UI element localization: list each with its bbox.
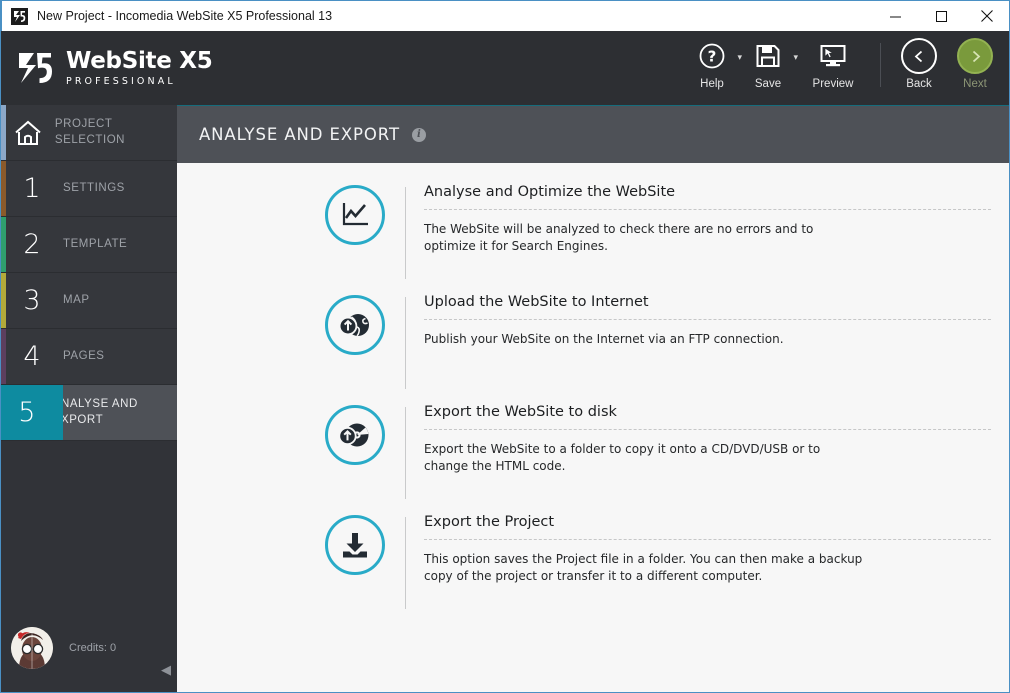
brand-edition: PROFESSIONAL — [66, 75, 176, 87]
sidebar-filler — [1, 441, 177, 631]
option-title: Analyse and Optimize the WebSite — [424, 184, 676, 200]
next-button[interactable]: Next — [947, 38, 1003, 90]
help-button[interactable]: ? Help ▾ — [684, 39, 742, 90]
sidebar-item-number: 2 — [23, 229, 41, 260]
sidebar-stripe — [1, 329, 6, 384]
sidebar: PROJECT SELECTION 1 SETTINGS 2 TEMPLATE … — [1, 105, 177, 692]
option-description: Publish your WebSite on the Internet via… — [424, 332, 784, 346]
brand-name: WebSite X5 — [66, 47, 213, 74]
option-divider — [405, 517, 406, 609]
back-label: Back — [906, 78, 932, 90]
chevron-right-icon — [957, 38, 993, 74]
sidebar-item-number: 5 — [18, 397, 36, 428]
brand-text: WebSite X5 PROFESSIONAL — [66, 47, 213, 87]
sidebar-item-project-selection[interactable]: PROJECT SELECTION — [1, 105, 177, 161]
option-rule — [424, 209, 991, 210]
option-divider — [405, 297, 406, 389]
home-icon — [1, 119, 55, 147]
sidebar-item-label: MAP — [63, 293, 90, 306]
option-description: This option saves the Project file in a … — [424, 552, 863, 584]
sidebar-item-map[interactable]: 3 MAP — [1, 273, 177, 329]
page-title: ANALYSE AND EXPORT — [199, 125, 400, 144]
x5-logo-icon — [11, 7, 28, 25]
download-tray-icon — [325, 515, 385, 575]
top-bar: WebSite X5 PROFESSIONAL ? Help ▾ Save ▾ … — [1, 31, 1009, 105]
globe-upload-icon — [325, 295, 385, 355]
sidebar-stripe — [1, 105, 6, 160]
option-text: Export the WebSite to disk Export the We… — [424, 401, 991, 476]
option-divider — [405, 187, 406, 279]
sidebar-item-label: PAGES — [63, 349, 105, 362]
toolbar: ? Help ▾ Save ▾ Preview Back Next — [684, 31, 1009, 105]
info-icon[interactable]: i — [411, 127, 426, 142]
x5-brand-icon — [15, 49, 55, 87]
preview-button[interactable]: Preview — [796, 39, 870, 90]
option-rule — [424, 539, 991, 540]
sidebar-item-analyse-and-export[interactable]: 5 ANALYSE AND EXPORT — [1, 385, 177, 441]
credits-bar: Credits: 0 ◀ — [1, 604, 177, 692]
credits-label: Credits: 0 — [69, 642, 117, 654]
sidebar-stripe — [1, 273, 6, 328]
question-mark-icon: ? — [698, 39, 726, 73]
option-analyse-and-optimize[interactable]: Analyse and Optimize the WebSite The Web… — [177, 181, 1009, 291]
main-header: ANALYSE AND EXPORT i — [177, 105, 1009, 163]
back-button[interactable]: Back — [891, 38, 947, 90]
preview-label: Preview — [812, 78, 854, 90]
option-title: Export the WebSite to disk — [424, 404, 617, 420]
chevron-left-icon — [901, 38, 937, 74]
maximize-button[interactable] — [918, 1, 964, 32]
sidebar-item-label: PROJECT SELECTION — [54, 118, 126, 146]
user-avatar-icon[interactable] — [11, 627, 53, 669]
monitor-cursor-icon — [818, 39, 848, 73]
minimize-button[interactable] — [872, 1, 918, 32]
save-label: Save — [754, 78, 782, 90]
option-description: Export the WebSite to a folder to copy i… — [424, 442, 821, 474]
window-title: New Project - Incomedia WebSite X5 Profe… — [37, 9, 333, 23]
sidebar-item-pages[interactable]: 4 PAGES — [1, 329, 177, 385]
sidebar-stripe — [1, 217, 6, 272]
main-content: Analyse and Optimize the WebSite The Web… — [177, 163, 1009, 692]
toolbar-divider — [880, 43, 881, 87]
option-title: Export the Project — [424, 514, 555, 530]
sidebar-item-label: ANALYSE AND EXPORT — [52, 398, 138, 426]
brand: WebSite X5 PROFESSIONAL — [15, 47, 213, 87]
option-upload-to-internet[interactable]: Upload the WebSite to Internet Publish y… — [177, 291, 1009, 401]
sidebar-item-template[interactable]: 2 TEMPLATE — [1, 217, 177, 273]
option-rule — [424, 319, 991, 320]
option-description: The WebSite will be analyzed to check th… — [424, 222, 814, 254]
disc-export-icon — [325, 405, 385, 465]
sidebar-item-number: 3 — [23, 285, 41, 316]
sidebar-item-number: 4 — [23, 341, 41, 372]
sidebar-item-label: SETTINGS — [63, 181, 125, 194]
option-export-to-disk[interactable]: Export the WebSite to disk Export the We… — [177, 401, 1009, 511]
option-title: Upload the WebSite to Internet — [424, 294, 649, 310]
save-button[interactable]: Save ▾ — [740, 39, 798, 90]
line-chart-icon — [325, 185, 385, 245]
option-text: Export the Project This option saves the… — [424, 511, 991, 586]
sidebar-stripe — [1, 161, 6, 216]
next-label: Next — [963, 78, 987, 90]
floppy-disk-icon — [754, 39, 782, 73]
close-button[interactable] — [964, 1, 1009, 32]
option-text: Analyse and Optimize the WebSite The Web… — [424, 181, 991, 256]
sidebar-item-settings[interactable]: 1 SETTINGS — [1, 161, 177, 217]
help-label: Help — [700, 78, 724, 90]
collapse-left-icon[interactable]: ◀ — [161, 662, 171, 678]
option-rule — [424, 429, 991, 430]
svg-text:?: ? — [708, 48, 717, 66]
option-divider — [405, 407, 406, 499]
sidebar-item-label: TEMPLATE — [63, 237, 128, 250]
title-bar: New Project - Incomedia WebSite X5 Profe… — [1, 0, 1009, 32]
option-text: Upload the WebSite to Internet Publish y… — [424, 291, 991, 348]
sidebar-item-number: 1 — [23, 173, 41, 204]
window-controls — [872, 1, 1009, 32]
app-window: New Project - Incomedia WebSite X5 Profe… — [0, 0, 1010, 693]
option-export-project[interactable]: Export the Project This option saves the… — [177, 511, 1009, 621]
